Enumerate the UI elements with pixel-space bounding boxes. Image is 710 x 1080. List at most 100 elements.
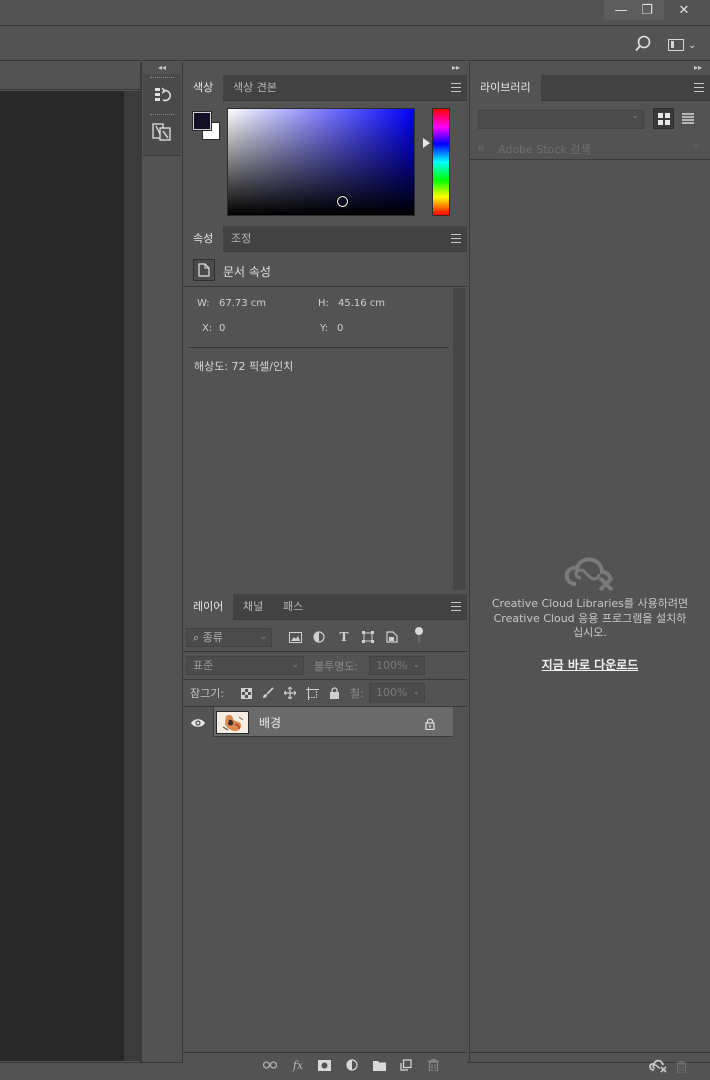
hue-slider[interactable] (432, 108, 450, 216)
fill-label: 칠: (350, 687, 364, 700)
divider (189, 347, 449, 348)
new-adjustment-layer-icon[interactable] (345, 1058, 359, 1072)
tab-paths[interactable]: 패스 (273, 594, 313, 620)
fg-bg-colors[interactable] (192, 111, 221, 142)
layer-thumbnail[interactable] (216, 711, 249, 734)
resolution-text: 해상도: 72 픽셀/인치 (194, 360, 294, 373)
color-field[interactable] (227, 108, 415, 216)
document-canvas[interactable] (0, 91, 124, 1061)
creative-cloud-disconnected-icon (564, 554, 616, 592)
document-icon (193, 259, 215, 281)
search-icon[interactable] (634, 35, 652, 53)
height-value[interactable]: 45.16 cm (338, 298, 385, 309)
color-picker-ring[interactable] (336, 195, 349, 208)
search-icon: ⌕ (193, 631, 200, 644)
filter-toggle[interactable] (414, 627, 424, 645)
layer-name[interactable]: 배경 (259, 714, 281, 731)
message-line: Creative Cloud Libraries를 사용하려면 (491, 597, 689, 610)
grid-view-icon[interactable] (653, 108, 674, 129)
options-bar (0, 27, 710, 61)
stock-search[interactable]: ⌕ Adobe Stock 검색 ⌄ (470, 136, 710, 160)
fill-value: 100% (376, 686, 408, 699)
trash-icon[interactable] (676, 1058, 688, 1074)
lock-all-icon[interactable] (327, 686, 341, 700)
lock-artboard-icon[interactable] (305, 686, 319, 700)
new-group-icon[interactable] (372, 1058, 386, 1072)
close-button[interactable]: ✕ (664, 0, 704, 20)
x-value[interactable]: 0 (219, 323, 225, 334)
download-now-link[interactable]: 지금 바로 다운로드 (470, 656, 710, 673)
lock-transparent-pixels-icon[interactable] (239, 686, 253, 700)
foreground-color-swatch[interactable] (192, 111, 212, 131)
adjustment-filter-icon[interactable] (312, 630, 326, 644)
collapse-dock-icon[interactable]: ◂◂ (142, 62, 182, 74)
height-label: H: (318, 298, 329, 309)
divider (183, 651, 467, 652)
chevron-down-icon: ⌄ (412, 687, 420, 697)
filter-kind-label: 종류 (202, 631, 223, 644)
lock-position-icon[interactable] (283, 686, 297, 700)
opacity-field[interactable]: 100% ⌄ (369, 656, 425, 675)
divider (183, 679, 467, 680)
properties-title: 문서 속성 (223, 265, 271, 279)
search-icon: ⌕ (478, 140, 485, 154)
layers-scrollbar[interactable] (453, 707, 467, 1052)
tab-properties[interactable]: 속성 (183, 226, 224, 252)
stock-search-placeholder: Adobe Stock 검색 (498, 143, 591, 156)
image-filter-icon[interactable] (288, 630, 302, 644)
eye-icon[interactable] (190, 715, 206, 729)
width-label: W: (197, 298, 210, 309)
tab-layers[interactable]: 레이어 (183, 594, 234, 620)
hue-slider-marker[interactable] (423, 138, 430, 148)
layers-panel-tabs: 레이어 채널 패스 (183, 594, 467, 620)
type-filter-icon[interactable]: T (337, 630, 351, 644)
collapse-libraries-icon[interactable]: ▸▸ (694, 62, 702, 74)
panel-menu-icon[interactable] (451, 83, 461, 92)
list-view-icon[interactable] (681, 110, 695, 126)
canvas-scrollbar[interactable] (124, 91, 140, 1061)
workspace-icon (668, 39, 684, 51)
shape-filter-icon[interactable] (361, 630, 375, 644)
smart-object-filter-icon[interactable] (385, 630, 399, 644)
libraries-install-message: Creative Cloud Libraries를 사용하려면 Creative… (470, 597, 710, 641)
trash-icon[interactable] (426, 1058, 440, 1072)
tab-color[interactable]: 색상 (183, 75, 224, 101)
panel-menu-icon[interactable] (694, 83, 704, 92)
chevron-down-icon: ⌄ (688, 39, 697, 51)
history-icon[interactable] (143, 79, 181, 111)
opacity-label: 불투명도: (314, 660, 359, 673)
message-line: Creative Cloud 응용 프로그램을 설치하 (493, 611, 687, 625)
tab-swatches[interactable]: 색상 견본 (223, 75, 287, 101)
panel-menu-icon[interactable] (451, 602, 461, 611)
panel-menu-icon[interactable] (451, 234, 461, 243)
fill-field[interactable]: 100% ⌄ (369, 683, 425, 702)
link-layers-icon[interactable] (263, 1058, 277, 1072)
add-mask-icon[interactable] (317, 1058, 331, 1072)
tab-channels[interactable]: 채널 (233, 594, 273, 620)
creative-cloud-sync-icon[interactable] (649, 1058, 667, 1073)
libraries-footer (470, 1052, 710, 1078)
lock-image-pixels-icon[interactable] (261, 686, 275, 700)
glyphs-icon[interactable] (143, 116, 181, 148)
blend-mode-select[interactable]: 표준 ⌄ (186, 656, 304, 675)
collapse-panels-icon[interactable]: ▸▸ (452, 62, 460, 74)
lock-label: 잠그기: (190, 687, 225, 700)
tab-libraries[interactable]: 라이브러리 (470, 75, 541, 101)
dock-group (143, 74, 181, 156)
layer-filter-select[interactable]: ⌕ 종류 ⌄ (186, 628, 272, 647)
tab-adjustments[interactable]: 조정 (221, 226, 261, 252)
width-value[interactable]: 67.73 cm (219, 298, 266, 309)
workspace-switcher[interactable]: ⌄ (668, 36, 708, 54)
chevron-down-icon: ⌄ (291, 660, 299, 670)
library-select[interactable]: ⌄ (478, 110, 644, 129)
chevron-down-icon: ⌄ (259, 632, 267, 642)
properties-scrollbar[interactable] (453, 288, 466, 590)
libraries-panel-tabs: 라이브러리 (470, 75, 710, 101)
lock-icon (425, 715, 435, 731)
chevron-down-icon: ⌄ (691, 139, 700, 150)
chevron-down-icon: ⌄ (412, 660, 420, 670)
y-value[interactable]: 0 (337, 323, 343, 334)
fx-icon[interactable]: fx (291, 1058, 305, 1072)
restore-button[interactable]: ❐ (630, 0, 664, 20)
new-layer-icon[interactable] (399, 1058, 413, 1072)
